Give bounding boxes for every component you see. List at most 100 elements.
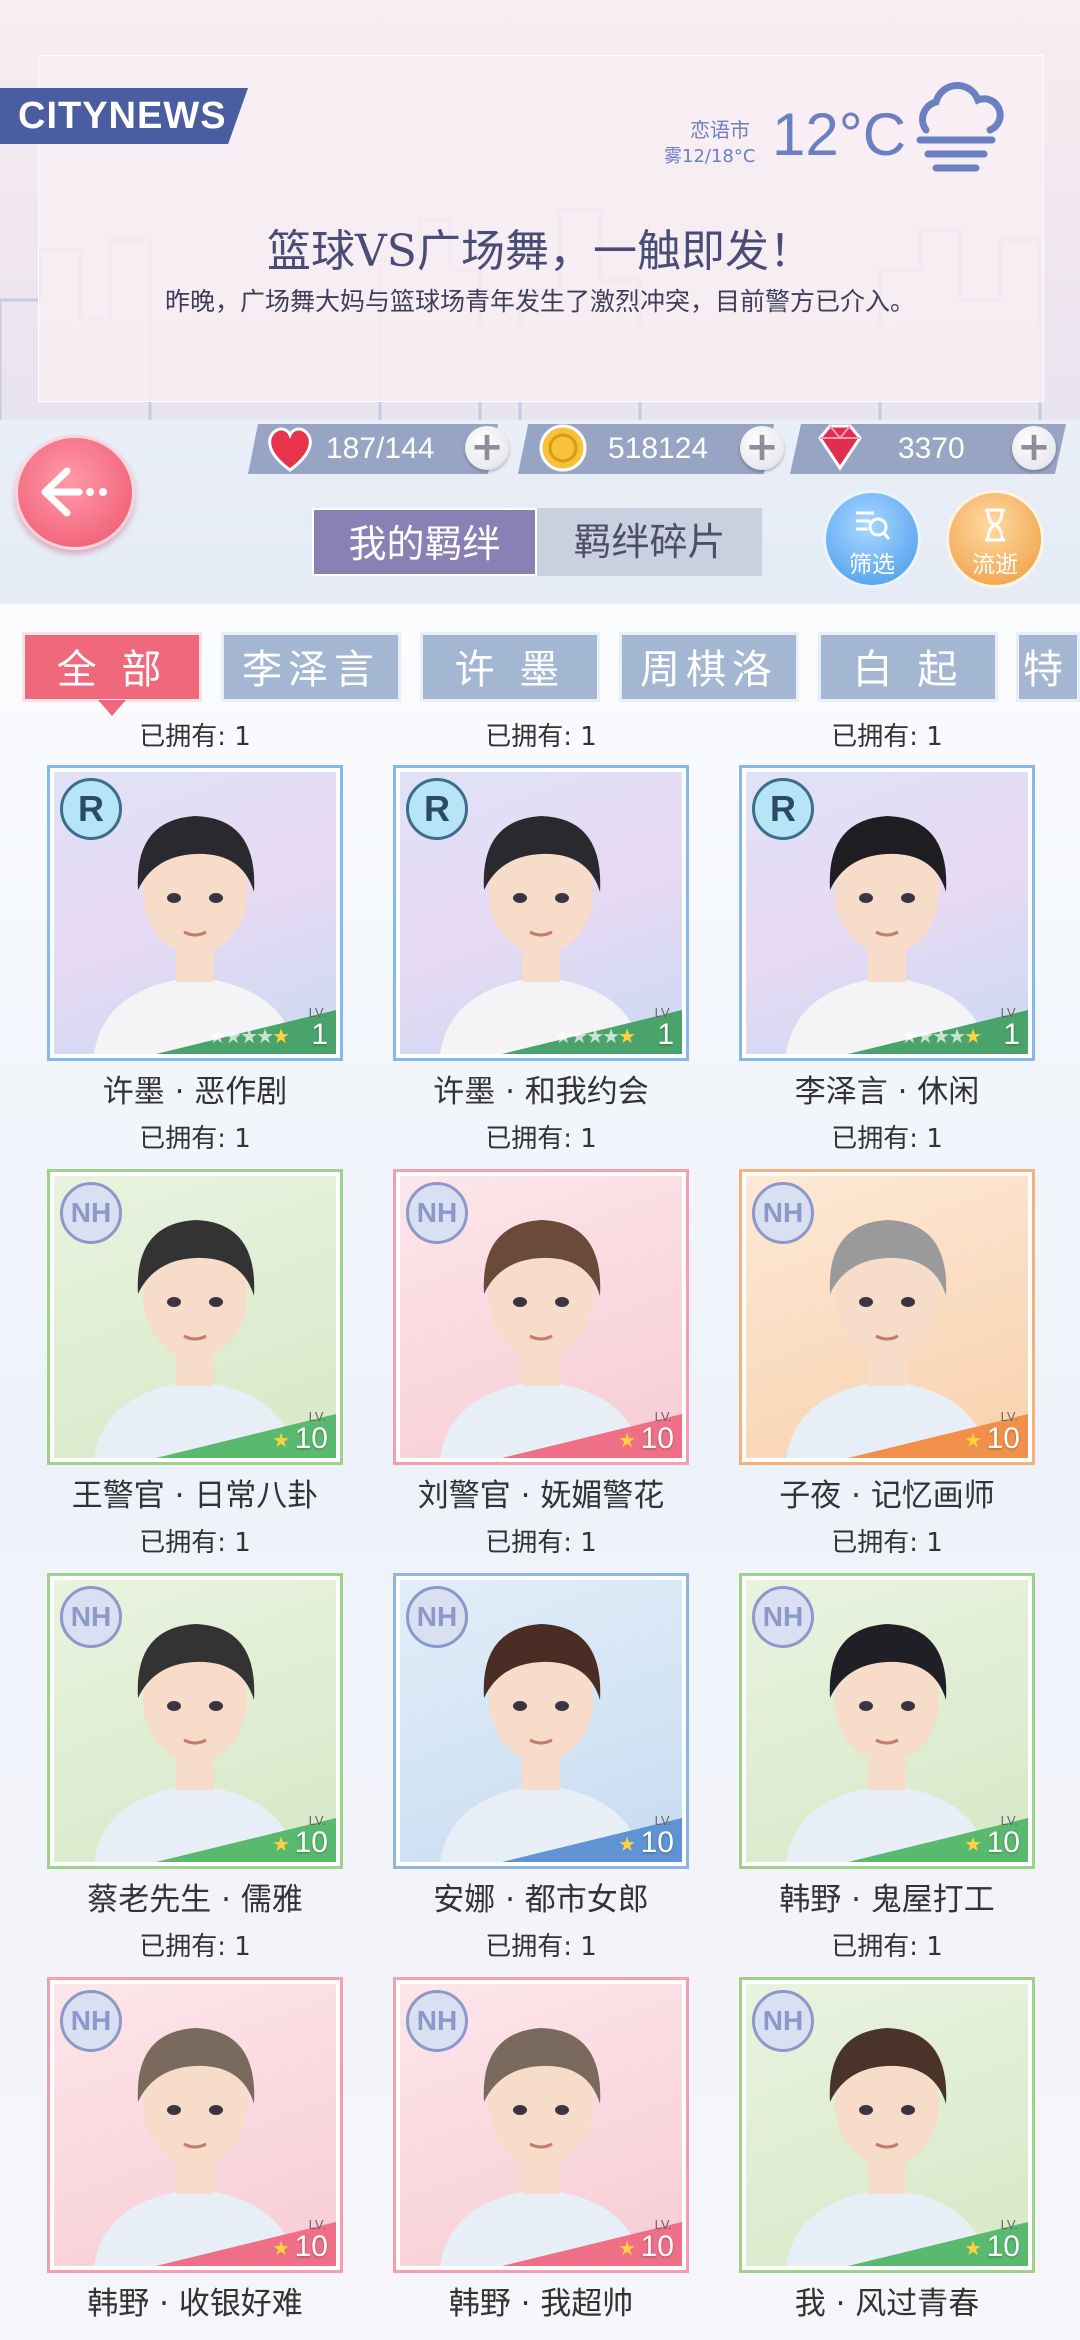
card-name: 刘警官 · 妩媚警花 [417, 1478, 665, 1514]
stamina-value: 187/144 [326, 432, 435, 465]
card-name: 子夜 · 记忆画师 [779, 1478, 995, 1514]
flow-label: 流逝 [972, 552, 1018, 578]
rarity-badge: NH [406, 1586, 468, 1648]
card-name: 安娜 · 都市女郎 [433, 1882, 649, 1918]
rarity-badge: NH [752, 1586, 814, 1648]
star-rating: ★ [618, 1428, 636, 1452]
filter-chip-xu-mo[interactable]: 许 墨 [420, 632, 600, 702]
card-name: 李泽言 · 休闲 [794, 1074, 980, 1110]
level-value: 10 [640, 2230, 674, 2263]
owned-count: 已拥有: 1 [831, 1124, 943, 1154]
gold-value: 518124 [608, 432, 709, 465]
rarity-badge: NH [60, 1586, 122, 1648]
add-stamina-button[interactable]: + [465, 426, 509, 470]
owned-count: 已拥有: 1 [485, 722, 597, 752]
level-value: 1 [657, 1018, 674, 1051]
level-value: 10 [640, 1422, 674, 1455]
arrow-left-icon [41, 467, 107, 517]
rarity-badge: NH [406, 1990, 468, 2052]
bond-card[interactable]: NH LV. ★ 10 [50, 1576, 340, 1866]
owned-count: 已拥有: 1 [485, 1528, 597, 1558]
bond-card[interactable]: R LV. ★★★★★ 1 [396, 768, 686, 1058]
rarity-badge: NH [60, 1182, 122, 1244]
weather-desc: 雾12/18°C [664, 146, 756, 167]
star-rating: ★ [964, 1428, 982, 1452]
add-diamond-button[interactable]: + [1012, 426, 1056, 470]
card-name: 我 · 风过青春 [794, 2286, 980, 2322]
level-value: 10 [294, 1826, 328, 1859]
hourglass-icon [949, 505, 1041, 545]
rarity-badge: R [406, 778, 468, 840]
bond-card[interactable]: NH LV. ★ 10 [396, 1172, 686, 1462]
rarity-badge: NH [406, 1182, 468, 1244]
level-value: 10 [986, 2230, 1020, 2263]
filter-chip-li-zeyan[interactable]: 李泽言 [221, 632, 401, 702]
card-name: 王警官 · 日常八卦 [71, 1478, 319, 1514]
star-rating: ★★★★★ [208, 1024, 290, 1048]
filter-chip-bai-qi[interactable]: 白 起 [818, 632, 998, 702]
bond-card[interactable]: NH LV. ★ 10 [742, 1172, 1032, 1462]
filter-icon [826, 505, 918, 545]
filter-button[interactable]: 筛选 [823, 490, 921, 588]
rarity-badge: NH [752, 1990, 814, 2052]
bond-card[interactable]: R LV. ★★★★★ 1 [50, 768, 340, 1058]
owned-count: 已拥有: 1 [831, 722, 943, 752]
star-rating: ★ [272, 1832, 290, 1856]
tab-my-bonds[interactable]: 我的羁绊 [312, 508, 537, 576]
bond-card[interactable]: NH LV. ★ 10 [742, 1980, 1032, 2270]
filter-chip-all[interactable]: 全 部 [22, 632, 202, 702]
rarity-badge: NH [752, 1182, 814, 1244]
flow-button[interactable]: 流逝 [946, 490, 1044, 588]
bond-card[interactable]: NH LV. ★ 10 [50, 1172, 340, 1462]
owned-count: 已拥有: 1 [139, 1124, 251, 1154]
star-rating: ★ [964, 1832, 982, 1856]
level-value: 1 [311, 1018, 328, 1051]
temperature: 12°C [772, 101, 907, 168]
city-name: 恋语市 [690, 118, 750, 142]
news-headline: 篮球VS广场舞，一触即发！ [267, 226, 813, 277]
level-value: 10 [986, 1826, 1020, 1859]
back-button[interactable] [15, 435, 135, 550]
star-rating: ★ [964, 2236, 982, 2260]
diamond-icon [818, 424, 862, 471]
level-value: 10 [294, 2230, 328, 2263]
star-rating: ★ [618, 1832, 636, 1856]
owned-count: 已拥有: 1 [139, 1932, 251, 1962]
news-banner: CITYNEWS 恋语市 雾12/18°C 12°C 篮球VS广场舞，一触即发！… [0, 0, 1080, 420]
bond-card[interactable]: NH LV. ★ 10 [396, 1980, 686, 2270]
owned-count: 已拥有: 1 [831, 1932, 943, 1962]
owned-count: 已拥有: 1 [139, 722, 251, 752]
card-name: 韩野 · 收银好难 [87, 2286, 303, 2322]
bond-card[interactable]: NH LV. ★ 10 [742, 1576, 1032, 1866]
gold-coin-icon [539, 424, 587, 472]
level-value: 10 [986, 1422, 1020, 1455]
card-name: 韩野 · 鬼屋打工 [779, 1882, 995, 1918]
active-chip-pointer [98, 700, 126, 716]
card-name: 蔡老先生 · 儒雅 [87, 1882, 303, 1918]
level-value: 10 [640, 1826, 674, 1859]
rarity-badge: NH [60, 1990, 122, 2052]
card-name: 韩野 · 我超帅 [448, 2286, 634, 2322]
bond-card[interactable]: NH LV. ★ 10 [50, 1980, 340, 2270]
owned-count: 已拥有: 1 [831, 1528, 943, 1558]
star-rating: ★ [618, 2236, 636, 2260]
level-value: 1 [1003, 1018, 1020, 1051]
filter-label: 筛选 [849, 552, 895, 578]
rarity-badge: R [60, 778, 122, 840]
filter-chip-special[interactable]: 特別 [1016, 632, 1080, 702]
star-rating: ★ [272, 2236, 290, 2260]
owned-count: 已拥有: 1 [139, 1528, 251, 1558]
news-summary: 昨晚，广场舞大妈与篮球场青年发生了激烈冲突，目前警方已介入。 [164, 287, 915, 316]
rarity-badge: R [752, 778, 814, 840]
bond-card[interactable]: R LV. ★★★★★ 1 [742, 768, 1032, 1058]
star-rating: ★★★★★ [554, 1024, 636, 1048]
add-gold-button[interactable]: + [740, 426, 784, 470]
heart-icon [268, 427, 312, 472]
fog-icon [916, 82, 1004, 172]
owned-count: 已拥有: 1 [485, 1124, 597, 1154]
card-name: 许墨 · 恶作剧 [102, 1074, 288, 1110]
bond-card[interactable]: NH LV. ★ 10 [396, 1576, 686, 1866]
tab-bond-fragments[interactable]: 羁绊碎片 [537, 508, 762, 576]
citynews-logo: CITYNEWS [0, 88, 248, 144]
filter-chip-zhou-qiluo[interactable]: 周棋洛 [619, 632, 799, 702]
